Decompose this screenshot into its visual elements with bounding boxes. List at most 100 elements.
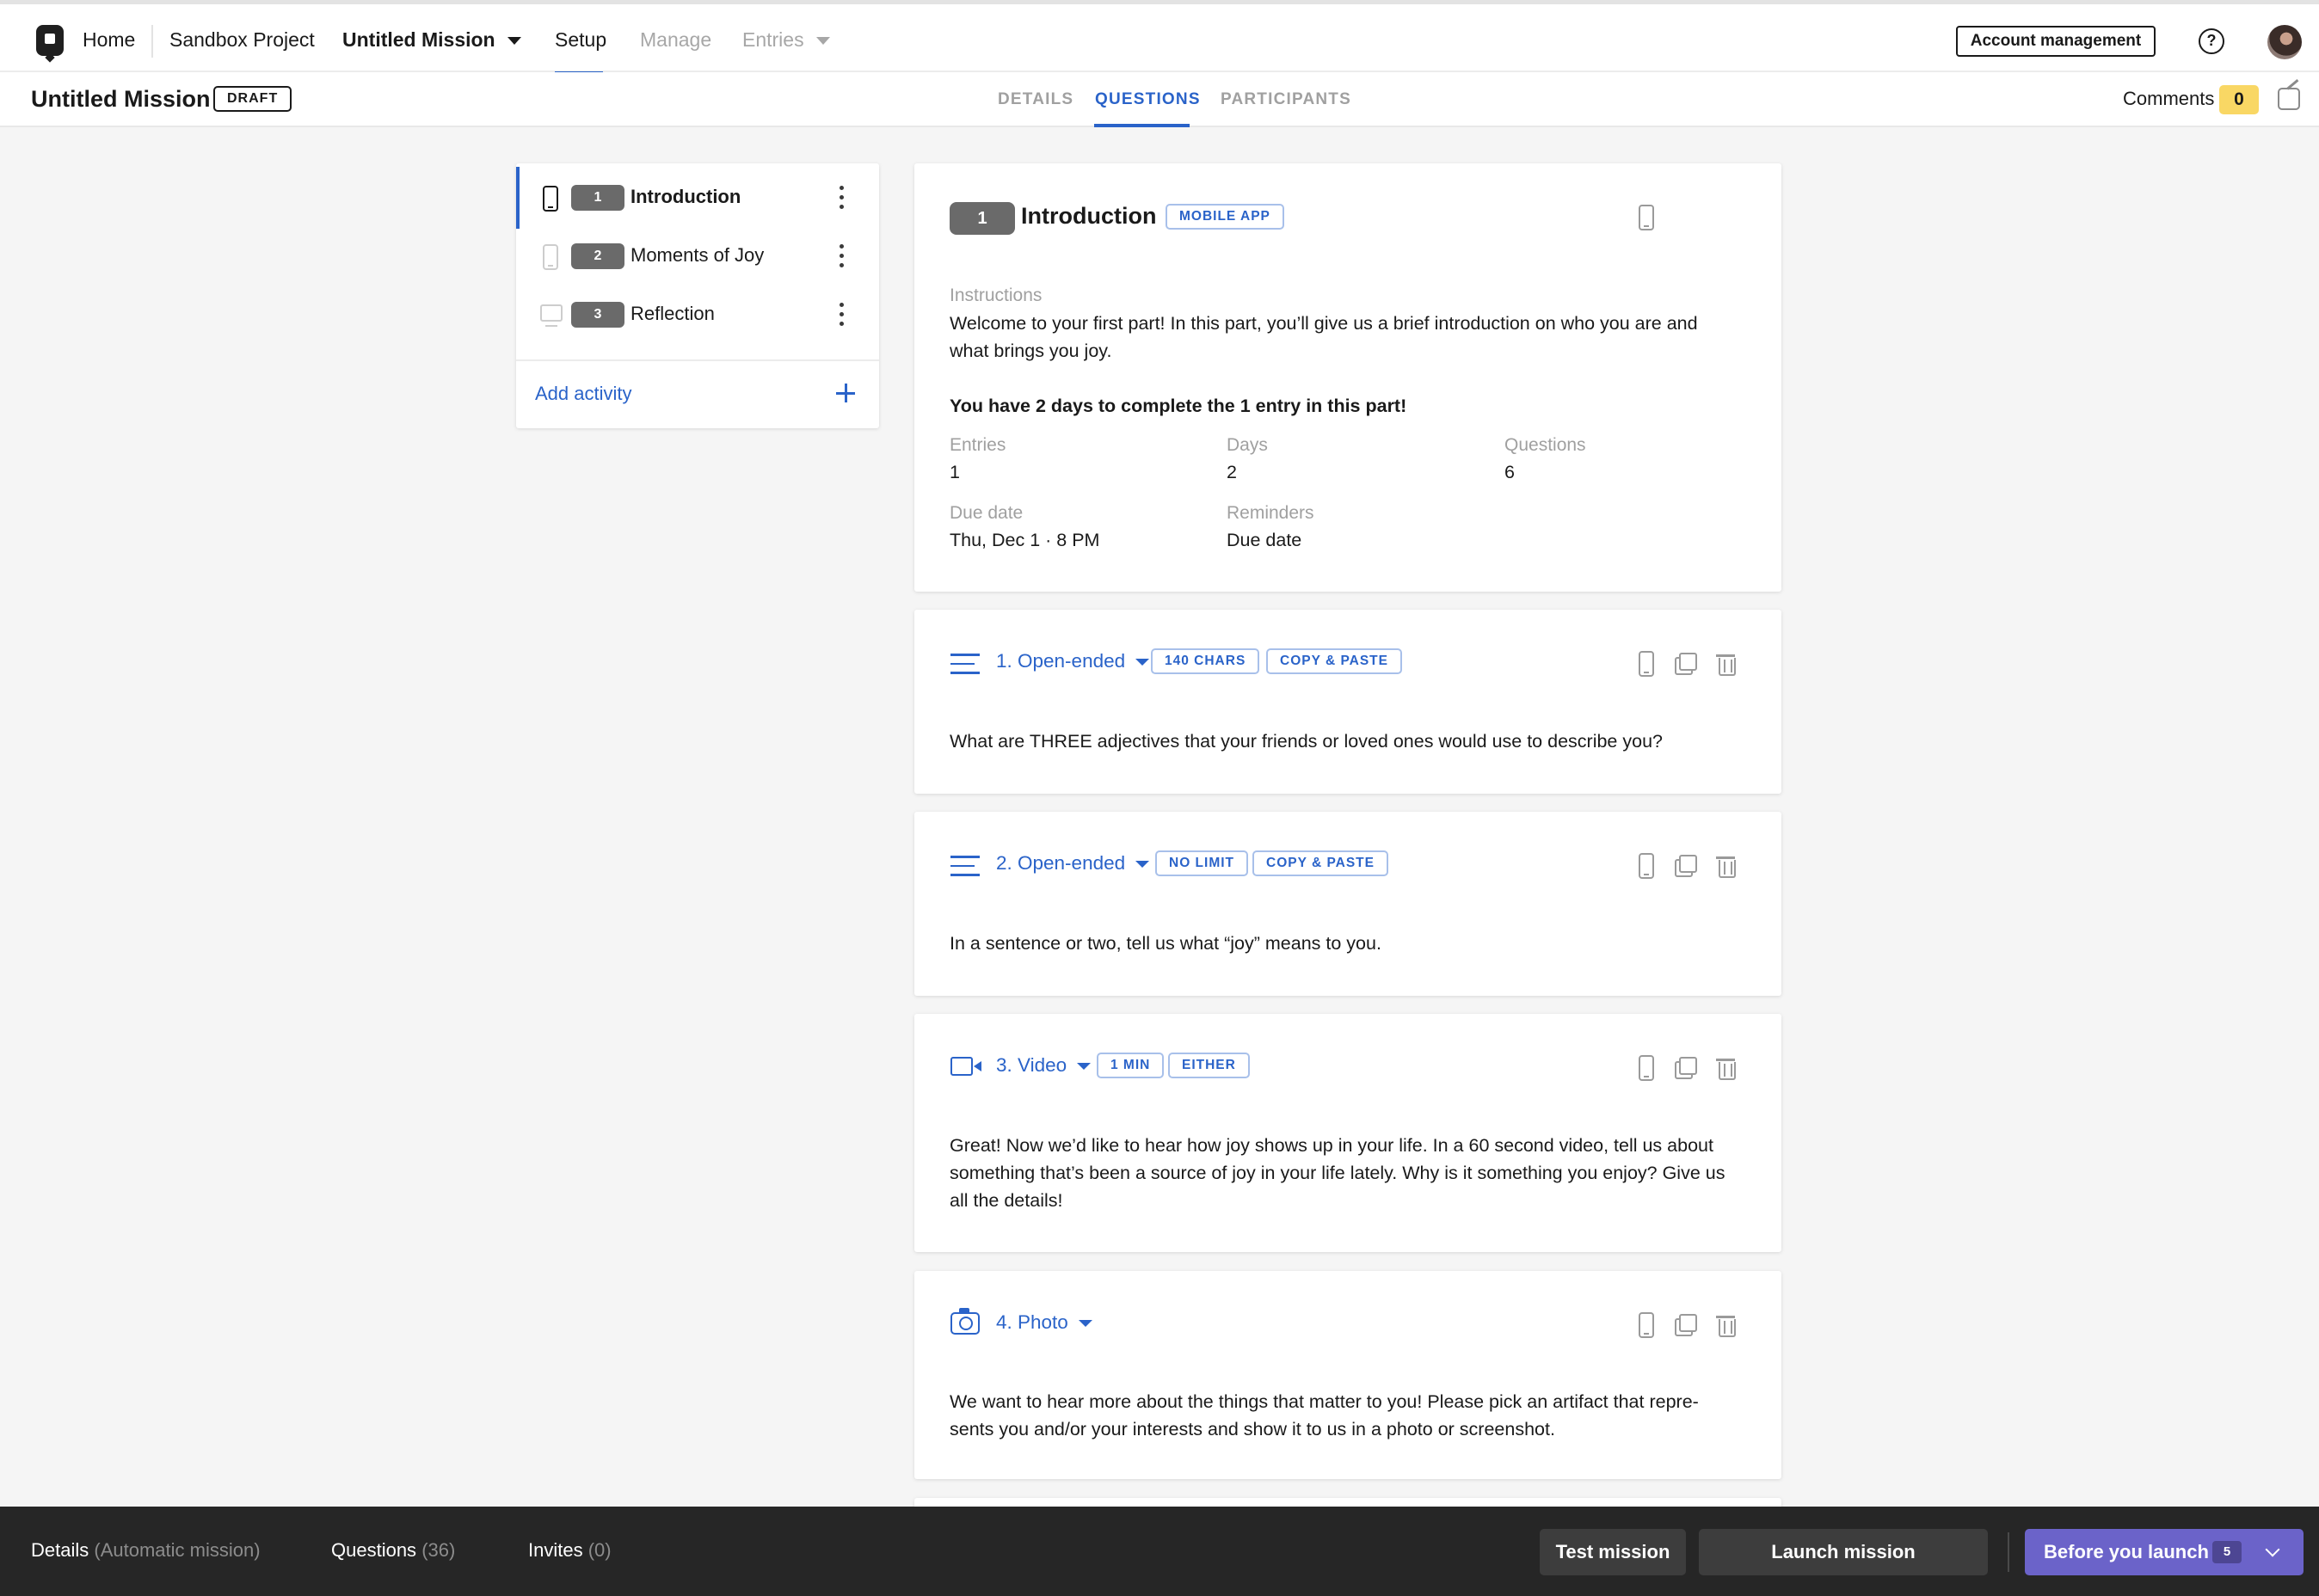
question-type-dropdown[interactable]: 1. Open-ended [996, 650, 1150, 672]
status-badge: DRAFT [213, 86, 292, 112]
mobile-icon[interactable] [1639, 1055, 1654, 1081]
nav-home[interactable]: Home [83, 28, 135, 52]
questions-value: 6 [1504, 462, 1515, 482]
duplicate-icon[interactable] [1675, 1314, 1697, 1336]
open-ended-icon [950, 856, 980, 876]
chevron-down-icon [815, 37, 830, 46]
nav-divider [151, 25, 153, 58]
question-type-dropdown[interactable]: 3. Video [996, 1054, 1092, 1077]
bottom-invites-count: (0) [587, 1539, 612, 1561]
chevron-down-icon [1078, 1320, 1092, 1328]
mobile-app-tag: MOBILE APP [1166, 204, 1284, 230]
comments-count-badge: 0 [2219, 85, 2259, 114]
entries-value: 1 [950, 462, 960, 482]
question-type-dropdown[interactable]: 4. Photo [996, 1311, 1092, 1334]
mobile-icon[interactable] [1639, 651, 1654, 677]
activity-menu-icon[interactable] [840, 303, 845, 327]
desktop-icon [540, 304, 563, 327]
mobile-icon[interactable] [1639, 853, 1654, 879]
video-icon [950, 1057, 981, 1076]
comments-button[interactable]: Comments [2123, 88, 2214, 110]
chevron-down-icon [1077, 1063, 1092, 1071]
page-title: Untitled Mission [31, 86, 211, 112]
trash-icon[interactable] [1716, 1057, 1736, 1080]
divider [516, 359, 879, 361]
active-tab-indicator [1094, 124, 1190, 127]
trash-icon[interactable] [1716, 1314, 1736, 1337]
activity-menu-icon[interactable] [840, 186, 845, 210]
copy-paste-tag: COPY & PASTE [1266, 648, 1402, 674]
app-logo-icon[interactable] [36, 25, 64, 56]
plus-icon[interactable] [836, 384, 855, 402]
question-text: What are THREE adjectives that your frie… [950, 731, 1663, 752]
nav-entries-label: Entries [742, 28, 804, 51]
question-text: In a sentence or two, tell us what “joy”… [950, 933, 1381, 954]
chevron-down-icon [507, 37, 521, 46]
days-label: Days [1227, 435, 1268, 455]
mobile-icon[interactable] [1639, 1312, 1654, 1338]
reminders-label: Reminders [1227, 503, 1314, 523]
help-icon[interactable]: ? [2199, 28, 2224, 54]
top-nav: Home Sandbox Project Untitled Mission Se… [0, 0, 2319, 75]
question-card-2[interactable]: 2. Open-ended NO LIMIT COPY & PASTE In a… [914, 812, 1781, 996]
bottom-questions-count: (36) [421, 1539, 456, 1561]
tab-details[interactable]: DETAILS [998, 90, 1073, 109]
question-type-dropdown[interactable]: 2. Open-ended [996, 852, 1150, 875]
mission-header: Untitled Mission DRAFT DETAILS QUESTIONS… [0, 72, 2319, 127]
chevron-down-icon [2265, 1542, 2280, 1557]
question-text: We want to hear more about the things th… [950, 1391, 1699, 1439]
before-you-launch-button[interactable]: Before you launch 5 [2025, 1529, 2304, 1575]
part-intro-card: 1 Introduction MOBILE APP Instructions W… [914, 163, 1781, 592]
nav-manage[interactable]: Manage [640, 28, 711, 52]
part-title: Introduction [1021, 203, 1157, 229]
launch-mission-button[interactable]: Launch mission [1699, 1529, 1988, 1575]
activity-number-badge: 2 [571, 243, 624, 269]
activity-label: Moments of Joy [630, 244, 765, 266]
nav-setup[interactable]: Setup [555, 28, 606, 52]
avatar[interactable] [2267, 25, 2302, 59]
duplicate-icon[interactable] [1675, 855, 1697, 877]
before-you-launch-label: Before you launch [2044, 1541, 2209, 1562]
bottom-invites-label: Invites [528, 1539, 583, 1561]
entries-label: Entries [950, 435, 1006, 455]
questions-label: Questions [1504, 435, 1586, 455]
nav-mission-dropdown[interactable]: Untitled Mission [342, 28, 521, 52]
question-text: Great! Now we’d like to hear how joy sho… [950, 1135, 1725, 1211]
trash-icon[interactable] [1716, 653, 1736, 676]
tab-participants[interactable]: PARTICIPANTS [1221, 90, 1351, 109]
due-date-label: Due date [950, 503, 1024, 523]
duplicate-icon[interactable] [1675, 653, 1697, 675]
activity-label: Reflection [630, 303, 715, 324]
deadline-text: You have 2 days to complete the 1 entry … [950, 396, 1407, 416]
activity-menu-icon[interactable] [840, 244, 845, 268]
trash-icon[interactable] [1716, 855, 1736, 878]
question-type-label: 1. Open-ended [996, 650, 1126, 672]
mobile-icon[interactable] [1639, 205, 1654, 230]
activity-number-badge: 3 [571, 302, 624, 328]
before-you-launch-count: 5 [2212, 1541, 2242, 1563]
nav-mission-label: Untitled Mission [342, 28, 495, 51]
reminders-value: Due date [1227, 530, 1302, 550]
duplicate-icon[interactable] [1675, 1057, 1697, 1079]
bottom-details-link[interactable]: Details (Automatic mission) [31, 1539, 261, 1562]
add-activity-link[interactable]: Add activity [535, 383, 632, 405]
divider [2008, 1532, 2009, 1572]
question-type-label: 2. Open-ended [996, 852, 1126, 874]
activity-item-moments-of-joy[interactable]: 2 Moments of Joy [516, 227, 879, 285]
activity-item-reflection[interactable]: 3 Reflection [516, 285, 879, 344]
test-mission-button[interactable]: Test mission [1540, 1529, 1686, 1575]
instructions-label: Instructions [950, 285, 1043, 305]
tab-questions[interactable]: QUESTIONS [1095, 90, 1201, 109]
account-management-button[interactable]: Account management [1956, 26, 2156, 57]
nav-project[interactable]: Sandbox Project [169, 28, 315, 52]
share-icon[interactable] [2278, 88, 2300, 110]
activity-item-introduction[interactable]: 1 Introduction [516, 167, 879, 229]
nav-entries-dropdown[interactable]: Entries [742, 28, 830, 52]
question-card-1[interactable]: 1. Open-ended 140 CHARS COPY & PASTE Wha… [914, 610, 1781, 794]
bottom-details-label: Details [31, 1539, 89, 1561]
bottom-invites-link[interactable]: Invites (0) [528, 1539, 612, 1562]
bottom-questions-link[interactable]: Questions (36) [331, 1539, 455, 1562]
question-card-3[interactable]: 3. Video 1 MIN EITHER Great! Now we’d li… [914, 1014, 1781, 1252]
question-card-4[interactable]: 4. Photo We want to hear more about the … [914, 1271, 1781, 1479]
chevron-down-icon [1135, 861, 1150, 869]
